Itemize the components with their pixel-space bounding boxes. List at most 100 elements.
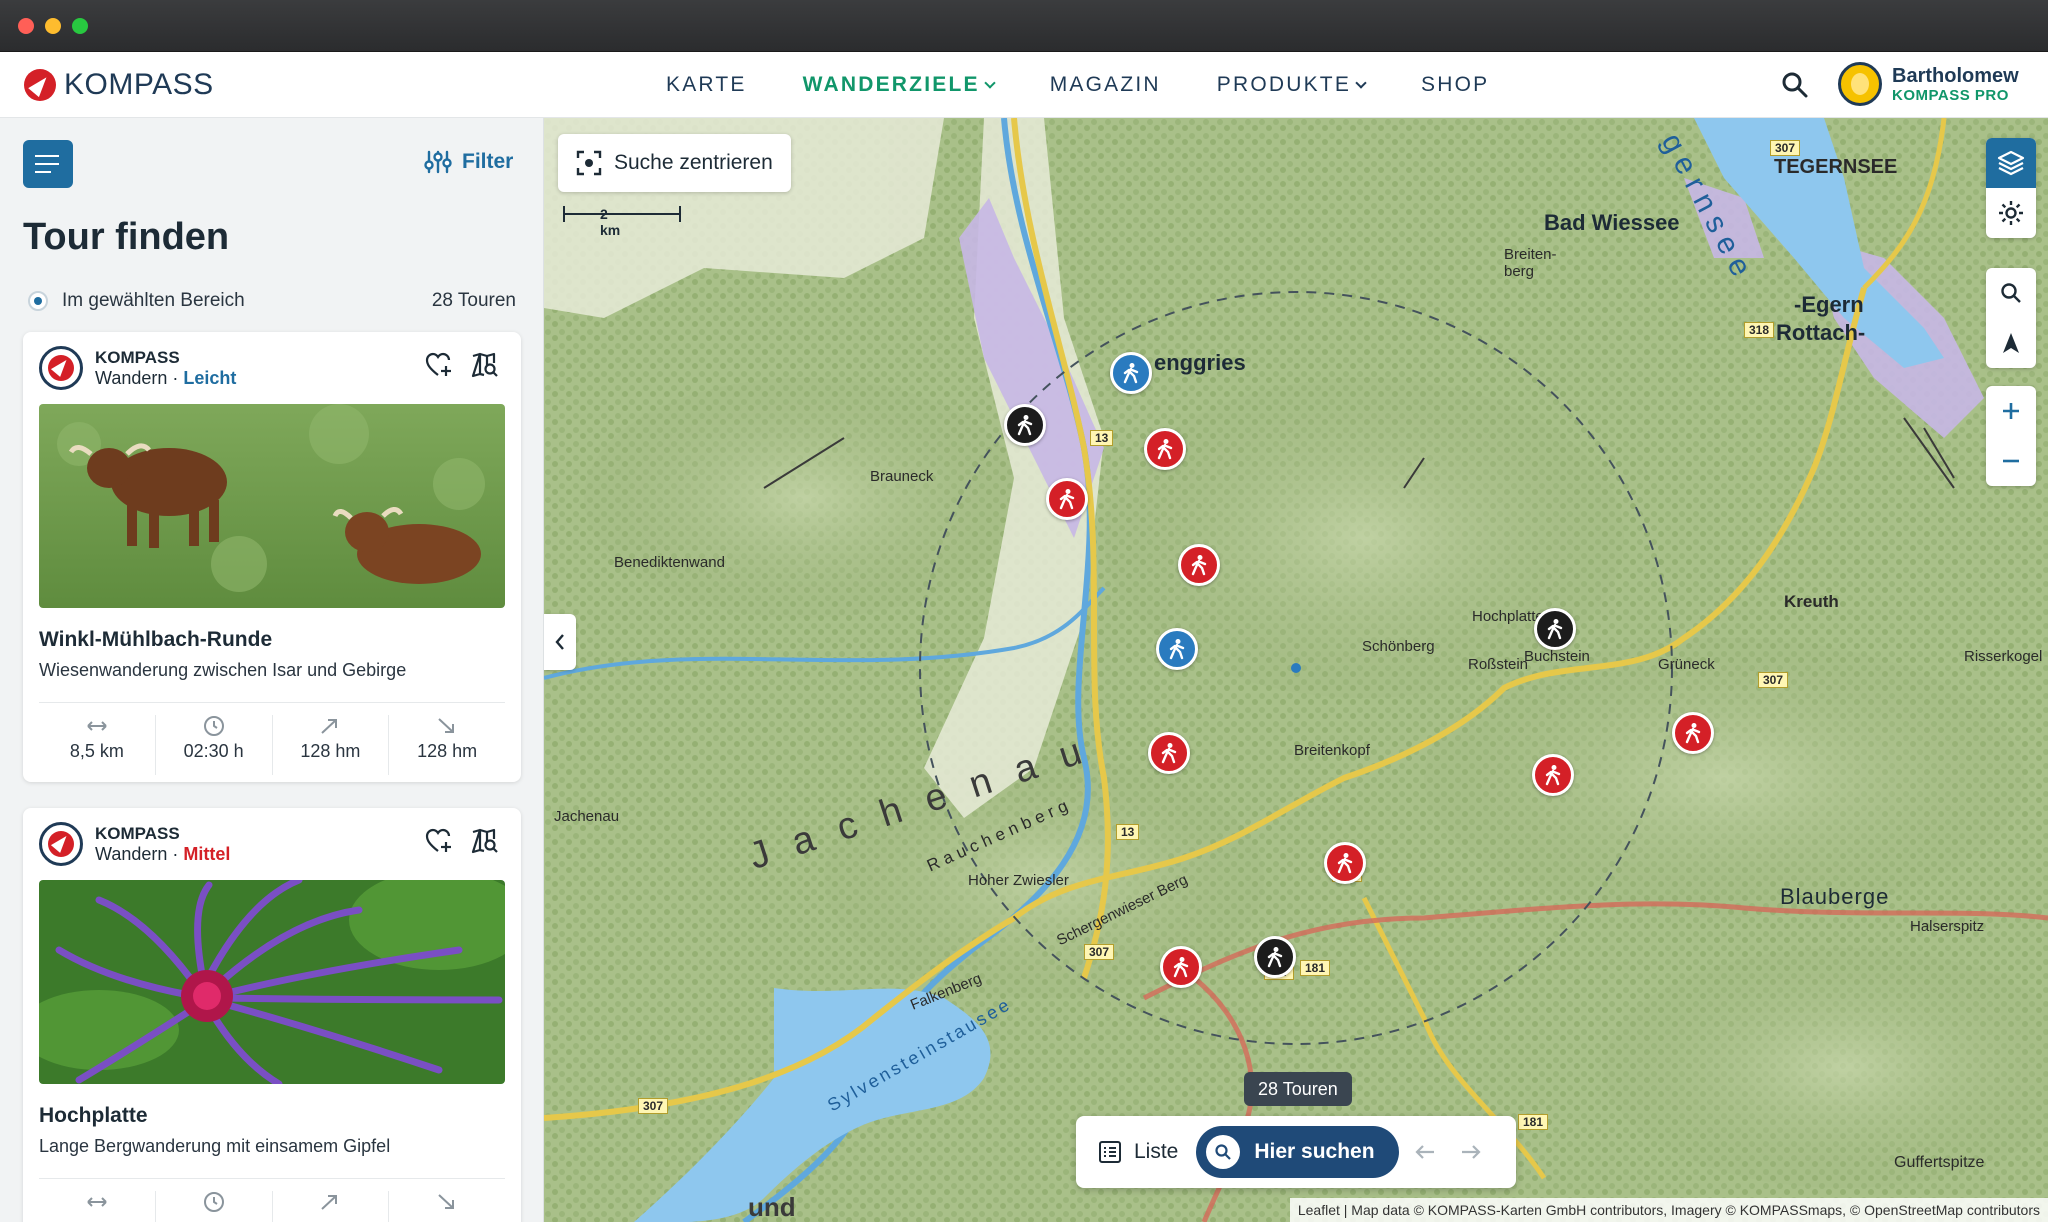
chevron-down-icon	[1355, 76, 1367, 89]
tour-marker[interactable]	[1156, 628, 1198, 670]
card-separator: ·	[172, 843, 179, 864]
filter-button[interactable]: Filter	[424, 150, 513, 174]
next-button[interactable]	[1451, 1132, 1491, 1172]
center-search-button[interactable]: Suche zentrieren	[558, 134, 791, 192]
tour-marker[interactable]	[1672, 712, 1714, 754]
nav-item-shop[interactable]: SHOP	[1421, 73, 1489, 97]
card-difficulty: Mittel	[183, 843, 231, 864]
search-here-button[interactable]: Hier suchen	[1196, 1126, 1399, 1178]
tour-marker[interactable]	[1004, 404, 1046, 446]
map-nav-controls	[1986, 268, 2036, 368]
zoom-in-button[interactable]	[1986, 386, 2036, 436]
card-separator: ·	[172, 367, 179, 388]
tour-marker[interactable]	[1324, 842, 1366, 884]
minus-icon	[2003, 459, 2019, 463]
layers-icon	[1997, 150, 2025, 176]
tour-marker[interactable]	[1110, 352, 1152, 394]
hamburger-icon-line	[35, 163, 59, 165]
card-brand: KOMPASS	[95, 347, 180, 367]
tour-title[interactable]: Hochplatte	[39, 1104, 148, 1128]
descent-arrow-icon	[438, 1194, 455, 1209]
chevron-down-icon	[984, 76, 996, 89]
center-target-icon	[576, 150, 602, 176]
place-buchstein: Buchstein	[1524, 648, 1590, 665]
place-gruneck: Grüneck	[1658, 656, 1715, 673]
road-shield: 307	[1084, 944, 1115, 960]
tour-description: Lange Bergwanderung mit einsamem Gipfel	[39, 1136, 391, 1156]
previous-button[interactable]	[1405, 1132, 1445, 1172]
tour-marker[interactable]	[1144, 428, 1186, 470]
search-here-label: Hier suchen	[1254, 1140, 1375, 1163]
map-view[interactable]: gernsee TEGERNSEE Bad Wiessee Breiten- b…	[544, 118, 2048, 1222]
tour-marker[interactable]	[1254, 936, 1296, 978]
nav-item-magazin[interactable]: MAGAZIN	[1050, 73, 1161, 97]
hiker-icon	[1161, 743, 1177, 764]
place-hoher-zwiesler: Hoher Zwiesler	[968, 872, 1069, 889]
settings-button[interactable]	[1986, 188, 2036, 238]
map-search-button[interactable]	[1986, 268, 2036, 318]
user-menu[interactable]: Bartholomew KOMPASS PRO	[1838, 62, 2019, 106]
tour-card[interactable]: KOMPASS Wandern · Leicht Winkl-Mühlbach-…	[23, 332, 521, 782]
road-shield: 181	[1300, 960, 1331, 976]
place-guffertspitze: Guffertspitze	[1894, 1154, 1985, 1171]
tour-marker[interactable]	[1532, 754, 1574, 796]
nav-item-produkte[interactable]: PRODUKTE	[1217, 73, 1367, 97]
window-titlebar	[0, 0, 2048, 52]
tour-title[interactable]: Winkl-Mühlbach-Runde	[39, 628, 272, 652]
card-header: KOMPASS Wandern · Mittel	[39, 822, 230, 866]
search-icon	[1206, 1135, 1241, 1169]
hiker-icon	[1157, 439, 1173, 460]
distance-arrows-icon	[87, 1197, 107, 1207]
tour-marker[interactable]	[1160, 946, 1202, 988]
place-halserspitz: Halserspitz	[1910, 918, 1985, 935]
nav-label: WANDERZIELE	[802, 73, 980, 96]
tour-marker[interactable]	[1178, 544, 1220, 586]
tour-marker[interactable]	[1534, 608, 1576, 650]
arrow-left-icon	[1415, 1145, 1434, 1159]
map-basemap[interactable]	[544, 118, 2048, 1222]
layers-button[interactable]	[1986, 138, 2036, 188]
place-und: und	[748, 1192, 796, 1222]
scope-label: Im gewählten Bereich	[62, 290, 245, 311]
hamburger-icon	[35, 155, 59, 157]
collapse-sidebar-button[interactable]	[544, 614, 576, 670]
tour-image-highland-cattle[interactable]	[39, 404, 505, 608]
place-hochplatte: Hochplatte	[1472, 608, 1544, 625]
map-attribution: Leaflet | Map data © KOMPASS-Karten GmbH…	[1289, 1198, 2048, 1222]
tour-card[interactable]: KOMPASS Wandern · Mittel Hochplatte Lang…	[23, 808, 521, 1222]
list-view-button[interactable]: Liste	[1088, 1140, 1188, 1164]
map-search-icon[interactable]	[471, 828, 499, 854]
window-minimize-button[interactable]	[45, 18, 61, 34]
main-nav: KARTE WANDERZIELE MAGAZIN PRODUKTE SHOP	[666, 52, 1489, 118]
arrow-right-icon	[1461, 1145, 1481, 1159]
road-shield: 307	[1758, 672, 1789, 688]
map-search-icon[interactable]	[471, 352, 499, 378]
window-close-button[interactable]	[18, 18, 34, 34]
tour-image-thistle-flower[interactable]	[39, 880, 505, 1084]
nav-item-wanderziele[interactable]: WANDERZIELE	[802, 73, 996, 97]
heart-plus-icon[interactable]	[425, 828, 453, 854]
search-icon	[2001, 283, 2021, 303]
card-activity: Wandern	[95, 367, 168, 388]
place-benediktenwand: Benediktenwand	[614, 554, 725, 571]
nav-item-karte[interactable]: KARTE	[666, 73, 747, 97]
kompass-badge-icon	[39, 346, 83, 390]
zoom-out-button[interactable]	[1986, 436, 2036, 486]
nav-label: MAGAZIN	[1049, 73, 1161, 96]
nav-label: SHOP	[1421, 73, 1490, 96]
stat-value: 8,5 km	[69, 741, 124, 761]
heart-plus-icon[interactable]	[425, 352, 453, 378]
tour-marker[interactable]	[1148, 732, 1190, 774]
filter-label: Filter	[462, 150, 514, 173]
locate-button[interactable]	[1986, 318, 2036, 368]
card-brand: KOMPASS	[95, 823, 180, 843]
chevron-left-icon	[555, 634, 564, 650]
sidebar-menu-button[interactable]	[23, 140, 73, 188]
kompass-logo[interactable]: KOMPASS	[24, 68, 214, 102]
road-shield: 181	[1518, 1114, 1549, 1130]
tour-marker[interactable]	[1046, 478, 1088, 520]
header-search-button[interactable]	[1780, 70, 1810, 100]
scope-selector[interactable]: Im gewählten Bereich 28 Touren	[28, 290, 516, 312]
window-zoom-button[interactable]	[72, 18, 88, 34]
scope-radio[interactable]	[28, 291, 48, 311]
